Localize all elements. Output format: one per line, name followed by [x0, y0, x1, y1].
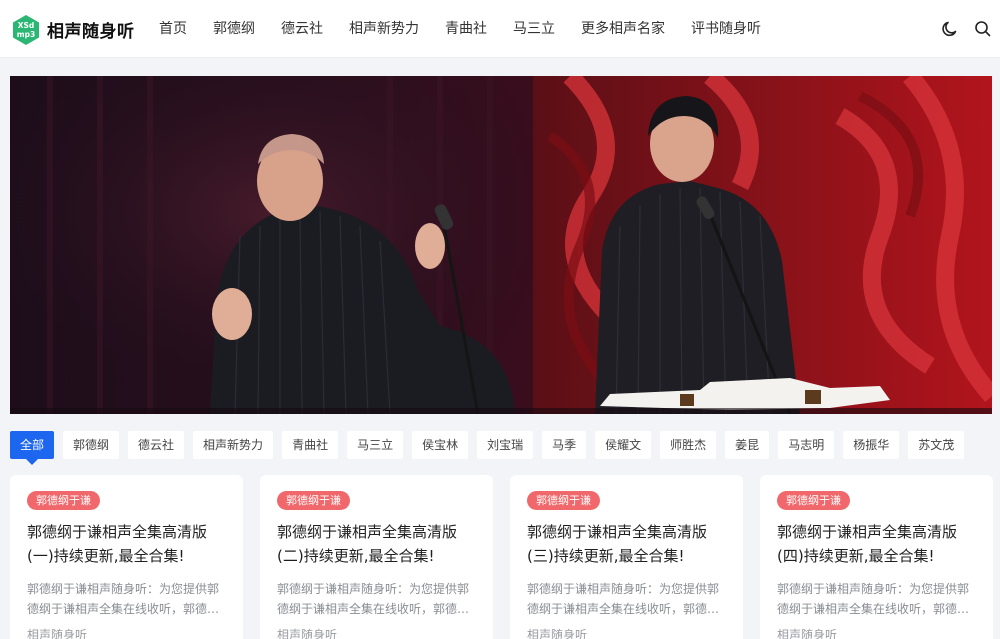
- nav-item-home[interactable]: 首页: [146, 0, 200, 58]
- filter-tab-jiangkun[interactable]: 姜昆: [725, 431, 770, 459]
- nav-item-more-masters[interactable]: 更多相声名家: [568, 0, 678, 58]
- filter-tab-masanli[interactable]: 马三立: [347, 431, 404, 459]
- search-icon[interactable]: [973, 19, 993, 39]
- content-card[interactable]: 郭德纲于谦 郭德纲于谦相声全集高清版(四)持续更新,最全合集! 郭德纲于谦相声随…: [760, 475, 993, 639]
- card-source: 相声随身听: [27, 628, 88, 639]
- filter-tab-liubaorui[interactable]: 刘宝瑞: [477, 431, 534, 459]
- site-header: XSd mp3 相声随身听 首页 郭德纲 德云社 相声新势力 青曲社 马三立 更…: [0, 0, 1000, 58]
- logo-badge-top-text: XSd: [18, 21, 35, 30]
- filter-tab-houbaolin[interactable]: 侯宝林: [412, 431, 469, 459]
- nav-item-pingshu[interactable]: 评书随身听: [678, 0, 774, 58]
- card-title[interactable]: 郭德纲于谦相声全集高清版(二)持续更新,最全合集!: [277, 520, 476, 568]
- card-description: 郭德纲于谦相声随身听：为您提供郭德纲于谦相声全集在线收听，郭德纲于谦相声高清版持…: [27, 582, 220, 616]
- card-tag[interactable]: 郭德纲于谦: [27, 491, 100, 510]
- filter-tab-yangzhenhua[interactable]: 杨振华: [843, 431, 900, 459]
- filter-tab-new-forces[interactable]: 相声新势力: [193, 431, 274, 459]
- content-card[interactable]: 郭德纲于谦 郭德纲于谦相声全集高清版(三)持续更新,最全合集! 郭德纲于谦相声随…: [510, 475, 743, 639]
- filter-tab-deyunshe[interactable]: 德云社: [128, 431, 185, 459]
- filter-tab-houyaowen[interactable]: 侯耀文: [595, 431, 652, 459]
- site-logo[interactable]: XSd mp3 相声随身听: [11, 13, 135, 45]
- card-source: 相声随身听: [527, 628, 588, 639]
- filter-tab-all[interactable]: 全部: [10, 431, 55, 465]
- filter-tab-qingqushe[interactable]: 青曲社: [282, 431, 339, 459]
- nav-item-guodegang[interactable]: 郭德纲: [200, 0, 268, 58]
- card-tag[interactable]: 郭德纲于谦: [777, 491, 850, 510]
- card-description: 郭德纲于谦相声随身听：为您提供郭德纲于谦相声全集在线收听，郭德纲于谦相声高清版持…: [777, 582, 970, 616]
- nav-item-new-forces[interactable]: 相声新势力: [336, 0, 432, 58]
- card-description: 郭德纲于谦相声随身听：为您提供郭德纲于谦相声全集在线收听，郭德纲于谦相声高清版持…: [277, 582, 470, 616]
- site-name: 相声随身听: [47, 21, 135, 42]
- filter-tab-shishengjie[interactable]: 师胜杰: [660, 431, 717, 459]
- content-card[interactable]: 郭德纲于谦 郭德纲于谦相声全集高清版(二)持续更新,最全合集! 郭德纲于谦相声随…: [260, 475, 493, 639]
- content-card-grid: 郭德纲于谦 郭德纲于谦相声全集高清版(一)持续更新,最全合集! 郭德纲于谦相声随…: [10, 475, 1000, 639]
- hero-image: [10, 76, 992, 414]
- nav-item-masanli[interactable]: 马三立: [500, 0, 568, 58]
- card-title[interactable]: 郭德纲于谦相声全集高清版(四)持续更新,最全合集!: [777, 520, 976, 568]
- card-source: 相声随身听: [277, 628, 338, 639]
- filter-tab-mazhiming[interactable]: 马志明: [778, 431, 835, 459]
- card-tag[interactable]: 郭德纲于谦: [277, 491, 350, 510]
- card-title[interactable]: 郭德纲于谦相声全集高清版(三)持续更新,最全合集!: [527, 520, 726, 568]
- hero-banner[interactable]: [10, 76, 992, 414]
- category-filters: 全部 郭德纲 德云社 相声新势力 青曲社 马三立 侯宝林 刘宝瑞 马季 侯耀文 …: [10, 431, 973, 465]
- moon-icon[interactable]: [940, 19, 960, 39]
- logo-badge-bottom-text: mp3: [17, 30, 35, 39]
- nav-item-deyunshe[interactable]: 德云社: [268, 0, 336, 58]
- card-source: 相声随身听: [777, 628, 838, 639]
- card-title[interactable]: 郭德纲于谦相声全集高清版(一)持续更新,最全合集!: [27, 520, 226, 568]
- nav-item-qingqushe[interactable]: 青曲社: [432, 0, 500, 58]
- main-nav: 首页 郭德纲 德云社 相声新势力 青曲社 马三立 更多相声名家 评书随身听: [146, 0, 774, 58]
- card-tag[interactable]: 郭德纲于谦: [527, 491, 600, 510]
- logo-badge-icon: XSd mp3: [11, 14, 41, 45]
- content-card[interactable]: 郭德纲于谦 郭德纲于谦相声全集高清版(一)持续更新,最全合集! 郭德纲于谦相声随…: [10, 475, 243, 639]
- filter-tab-maji[interactable]: 马季: [542, 431, 587, 459]
- filter-tab-suwenmao[interactable]: 苏文茂: [908, 431, 965, 459]
- filter-tab-guodegang[interactable]: 郭德纲: [63, 431, 120, 459]
- card-description: 郭德纲于谦相声随身听：为您提供郭德纲于谦相声全集在线收听，郭德纲于谦相声高清版持…: [527, 582, 720, 616]
